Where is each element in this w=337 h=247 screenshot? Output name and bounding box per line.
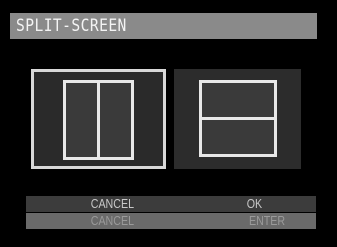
ok-label[interactable]: OK xyxy=(247,196,262,212)
screen-title: SPLIT-SCREEN xyxy=(16,16,127,36)
horizontal-split-icon xyxy=(199,80,277,157)
button-guide: CANCEL OK CANCEL ENTER xyxy=(26,196,316,229)
horizontal-divider xyxy=(202,117,274,120)
cancel-label[interactable]: CANCEL xyxy=(91,196,134,212)
option-horizontal-split[interactable] xyxy=(174,69,301,169)
enter-key-label: ENTER xyxy=(248,213,286,228)
vertical-divider xyxy=(97,83,100,157)
title-bar: SPLIT-SCREEN xyxy=(10,13,317,39)
vertical-split-icon xyxy=(63,80,134,160)
cancel-key-label: CANCEL xyxy=(90,213,135,228)
footer-action-row: CANCEL OK xyxy=(26,196,316,212)
option-vertical-split[interactable] xyxy=(31,69,166,169)
footer-key-row: CANCEL ENTER xyxy=(26,213,316,229)
